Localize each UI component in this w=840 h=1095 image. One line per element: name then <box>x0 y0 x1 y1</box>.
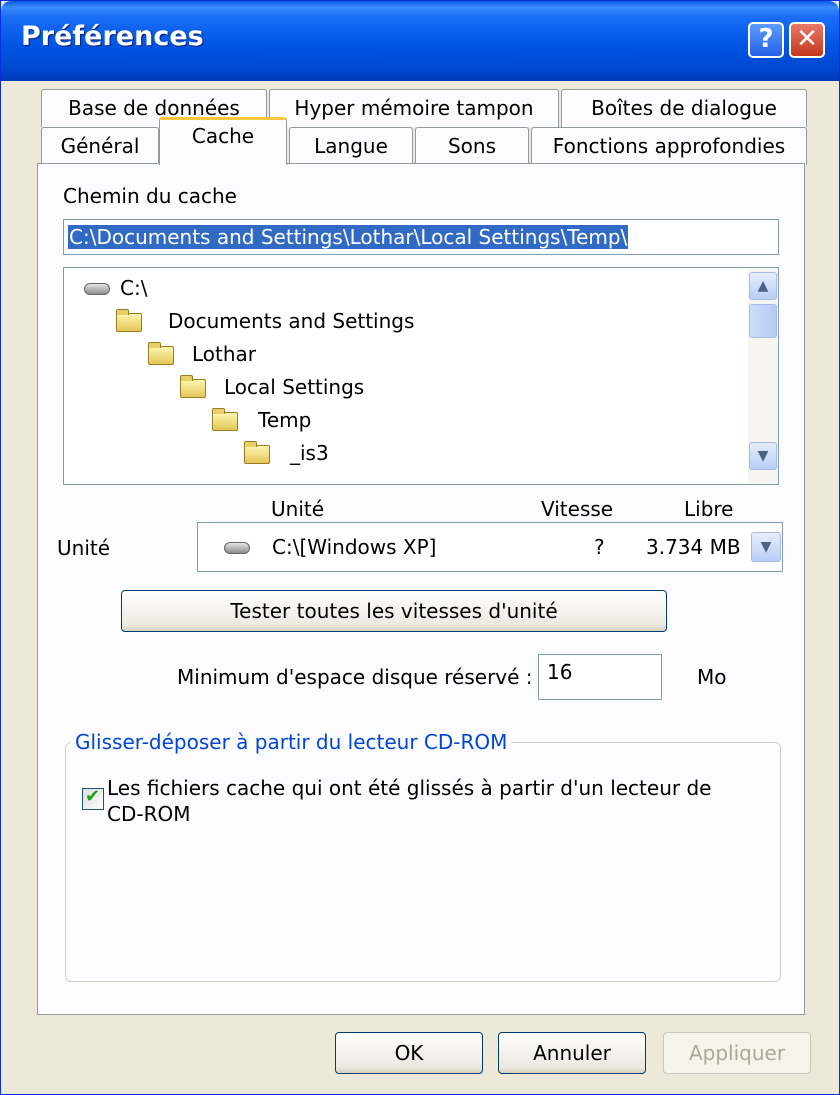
cdrom-checkbox-label-line2: CD-ROM <box>107 802 191 826</box>
test-drive-speeds-button[interactable]: Tester toutes les vitesses d'unité <box>121 590 667 632</box>
folder-icon <box>180 375 206 398</box>
ok-button[interactable]: OK <box>335 1032 483 1074</box>
cdrom-checkbox[interactable]: ✔ <box>82 786 104 810</box>
tab-hyper-cache[interactable]: Hyper mémoire tampon <box>269 89 559 127</box>
scroll-thumb[interactable] <box>749 304 777 338</box>
help-button[interactable]: ? <box>748 22 784 58</box>
folder-icon <box>148 342 174 365</box>
cdrom-group-title: Glisser-déposer à partir du lecteur CD-R… <box>71 730 512 754</box>
close-button[interactable]: ✕ <box>789 22 825 58</box>
cache-path-input[interactable]: C:\Documents and Settings\Lothar\Local S… <box>63 219 779 255</box>
folder-icon <box>244 441 270 464</box>
col-header-unit: Unité <box>271 497 325 521</box>
scroll-up-icon[interactable]: ▲ <box>749 272 777 300</box>
cache-path-value: C:\Documents and Settings\Lothar\Local S… <box>68 225 629 249</box>
col-header-speed: Vitesse <box>541 497 614 521</box>
cancel-button[interactable]: Annuler <box>498 1032 646 1074</box>
folder-icon <box>116 309 142 332</box>
folder-icon <box>212 408 238 431</box>
min-space-input[interactable]: 16 <box>538 654 662 700</box>
tab-language[interactable]: Langue <box>289 127 413 165</box>
title-bar[interactable]: Préférences ? ✕ <box>1 1 839 81</box>
scroll-down-icon[interactable]: ▼ <box>749 442 777 470</box>
preferences-dialog: Préférences ? ✕ Base de données Hyper mé… <box>0 0 840 1095</box>
tree-scrollbar[interactable]: ▲ ▼ <box>748 268 778 484</box>
tab-cache[interactable]: Cache <box>159 117 287 165</box>
drive-select[interactable]: C:\[Windows XP] ? 3.734 MB ▼ <box>197 522 783 572</box>
tab-sounds[interactable]: Sons <box>415 127 529 165</box>
drive-free: 3.734 MB <box>646 535 741 559</box>
tab-advanced-functions[interactable]: Fonctions approfondies <box>531 127 807 165</box>
check-icon: ✔ <box>85 786 101 807</box>
apply-button[interactable]: Appliquer <box>663 1032 811 1074</box>
col-header-free: Libre <box>684 497 734 521</box>
tab-general[interactable]: Général <box>41 127 159 165</box>
min-space-unit: Mo <box>697 665 727 689</box>
tab-dialog-boxes[interactable]: Boîtes de dialogue <box>561 89 807 127</box>
min-space-label: Minimum d'espace disque réservé : <box>177 665 533 689</box>
drive-speed: ? <box>594 535 605 559</box>
folder-tree[interactable]: C:\ Documents and Settings Lothar Local … <box>63 267 779 485</box>
window-title: Préférences <box>21 21 204 52</box>
cdrom-checkbox-label-line1: Les fichiers cache qui ont été glissés à… <box>107 776 712 800</box>
drive-label: Unité <box>57 536 111 560</box>
chevron-down-icon[interactable]: ▼ <box>751 532 781 562</box>
drive-icon <box>84 283 110 295</box>
drive-name: C:\[Windows XP] <box>272 535 437 559</box>
cache-path-label: Chemin du cache <box>63 184 237 208</box>
drive-icon <box>224 542 250 554</box>
